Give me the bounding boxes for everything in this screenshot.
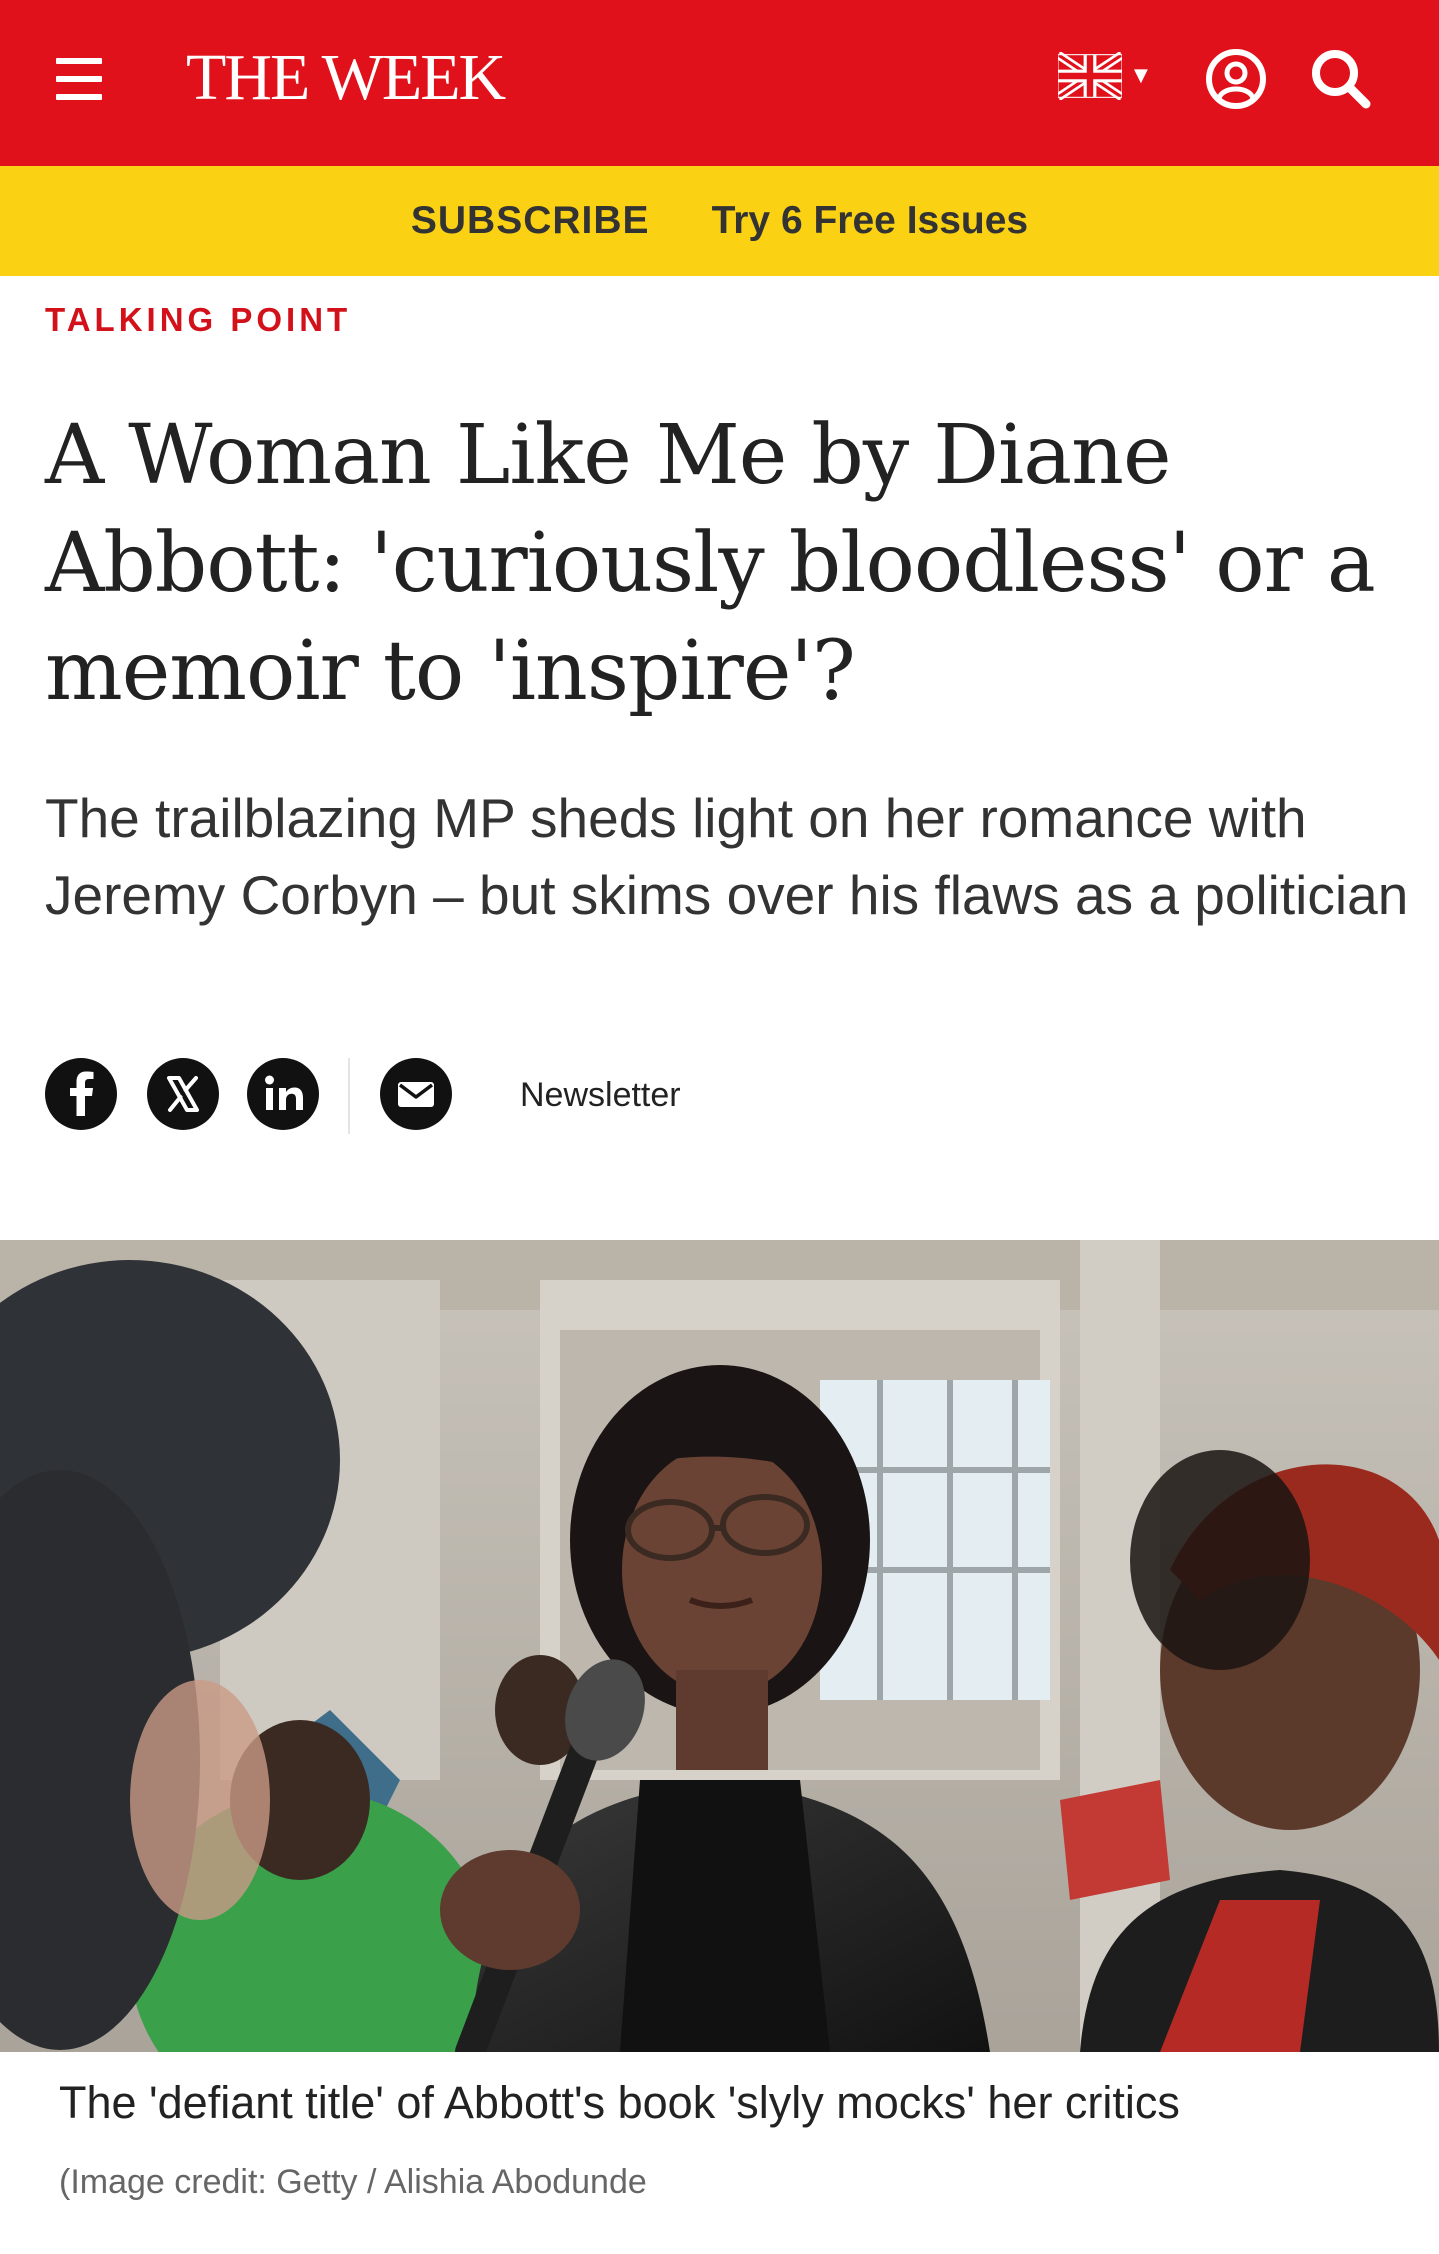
- article-kicker[interactable]: TALKING POINT: [45, 300, 351, 340]
- uk-flag-icon: [1058, 52, 1122, 100]
- article-headline: A Woman Like Me by Diane Abbott: 'curiou…: [45, 408, 1376, 719]
- free-issues-link[interactable]: Try 6 Free Issues: [712, 199, 1029, 243]
- search-icon[interactable]: [1308, 46, 1372, 110]
- article-standfirst: The trailblazing MP sheds light on her r…: [45, 787, 1409, 926]
- region-selector[interactable]: ▼: [1058, 52, 1150, 102]
- chevron-down-icon: ▼: [1134, 65, 1148, 86]
- image-caption: The 'defiant title' of Abbott's book 'sl…: [59, 2077, 1180, 2128]
- facebook-icon[interactable]: [45, 1058, 117, 1130]
- article-hero-image: [0, 1240, 1439, 2052]
- image-credit: (Image credit: Getty / Alishia Abodunde: [59, 2163, 647, 2201]
- newsletter-label: Newsletter: [520, 1076, 681, 1114]
- mail-icon: [380, 1058, 452, 1130]
- share-divider: [348, 1058, 350, 1134]
- site-header: THE WEEK ▼: [0, 0, 1439, 166]
- subscribe-bar: SUBSCRIBE Try 6 Free Issues: [0, 166, 1439, 276]
- site-logo[interactable]: THE WEEK: [186, 38, 506, 118]
- subscribe-link[interactable]: SUBSCRIBE: [411, 199, 650, 243]
- user-account-icon[interactable]: [1205, 48, 1267, 110]
- linkedin-icon[interactable]: [247, 1058, 319, 1130]
- hamburger-menu-icon[interactable]: [56, 58, 102, 100]
- x-icon[interactable]: [147, 1058, 219, 1130]
